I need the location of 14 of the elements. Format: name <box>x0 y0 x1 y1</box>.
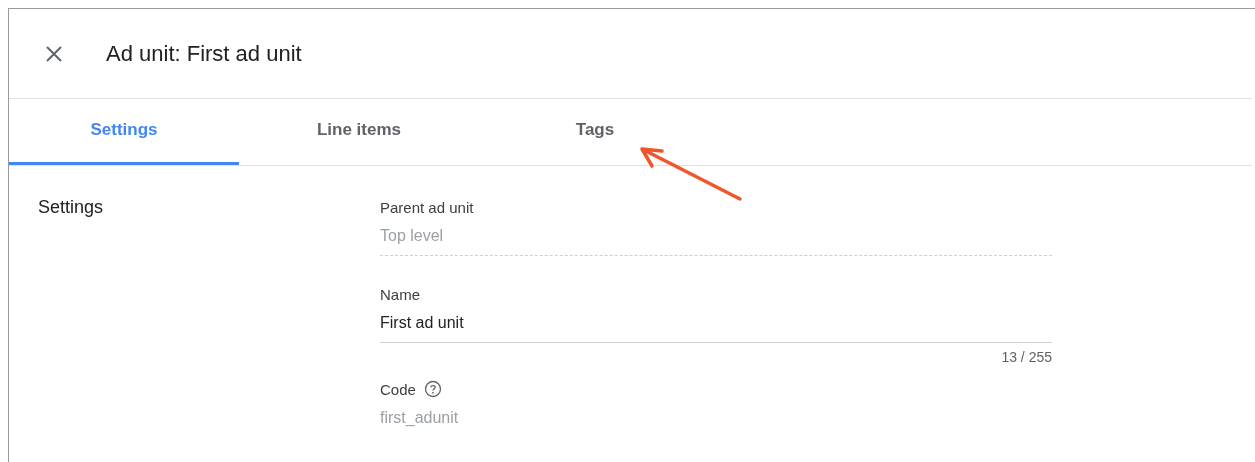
readonly-field: Top level <box>380 217 1052 256</box>
tab[interactable]: Tags <box>480 99 710 165</box>
section-heading: Settings <box>38 197 104 217</box>
tab[interactable]: Line items <box>244 99 474 165</box>
close-icon[interactable] <box>44 43 64 64</box>
help-icon[interactable] <box>423 380 442 398</box>
character-counter: 13 / 255 <box>1001 349 1052 365</box>
field-label: Parent ad unit <box>380 198 474 216</box>
dialog-title: Ad unit: First ad unit <box>106 40 302 67</box>
field-label: Code <box>380 380 416 398</box>
field-label: Name <box>380 285 420 303</box>
code-value: first_adunit <box>380 408 460 428</box>
name-input-field[interactable]: First ad unit <box>380 304 1052 343</box>
tab[interactable]: Settings <box>9 99 239 165</box>
